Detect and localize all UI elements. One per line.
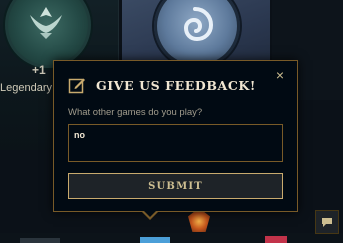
- wreath-emblem-icon: [30, 7, 62, 39]
- edit-note-icon: [68, 78, 85, 94]
- mastery-tier-label: Legendary: [0, 82, 52, 94]
- mastery-badge: +1: [32, 63, 46, 77]
- bottom-strip-red: [265, 236, 287, 243]
- bottom-strip-blue: [140, 237, 170, 243]
- modal-header: GIVE US FEEDBACK!: [68, 76, 256, 94]
- bottom-strip-grey: [20, 238, 60, 243]
- submit-label: SUBMIT: [148, 180, 203, 192]
- close-button[interactable]: ×: [273, 68, 287, 82]
- swirl-emblem-icon: [183, 7, 214, 42]
- client-background: +1 Legendary GIVE US FEEDBACK! × What ot…: [0, 0, 343, 243]
- close-icon: ×: [275, 67, 285, 83]
- question-label: What other games do you play?: [68, 107, 203, 118]
- feedback-modal: GIVE US FEEDBACK! × What other games do …: [53, 60, 298, 212]
- chat-button[interactable]: [315, 210, 339, 234]
- answer-input[interactable]: no: [68, 124, 283, 162]
- modal-title: GIVE US FEEDBACK!: [96, 77, 256, 93]
- chat-bubble-icon: [322, 217, 332, 227]
- modal-pointer-inner: [143, 210, 157, 217]
- submit-button[interactable]: SUBMIT: [68, 173, 283, 199]
